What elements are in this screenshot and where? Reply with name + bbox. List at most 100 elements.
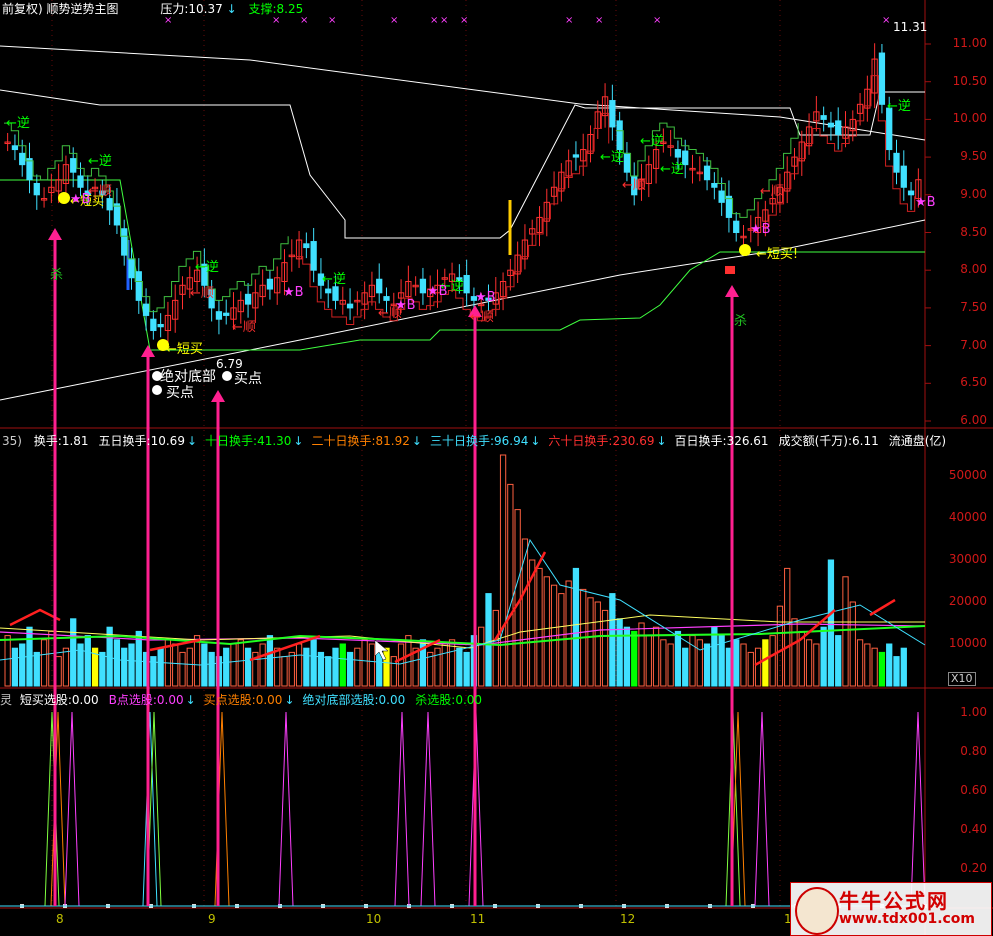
candle-body	[70, 158, 77, 173]
duanmai-label-1: ←短买!	[756, 247, 799, 262]
volume-item-2: 十日换手:41.30 ↓	[205, 434, 303, 448]
signal-value-2: 0.00	[255, 693, 283, 707]
candle-body	[26, 158, 33, 181]
volume-arrow-icon-1: ↓	[186, 434, 198, 448]
signal-arrow-icon-1: ↓	[185, 693, 196, 707]
cow-logo-icon	[795, 887, 839, 935]
price-axis-tick-10: 6.00	[960, 413, 987, 427]
top-x-mark-7: ×	[460, 15, 468, 26]
b-point-star-icon-4: ★B	[475, 290, 496, 305]
signal-label-1: B点选股:	[108, 693, 157, 707]
candle-body	[718, 190, 725, 203]
volume-label-8: 流通盘(亿)	[888, 434, 947, 448]
candle-body	[900, 165, 907, 188]
volume-bar	[113, 639, 121, 687]
candle-body	[419, 278, 427, 294]
volume-value-5: 230.69	[612, 434, 655, 448]
volume-bar	[208, 651, 215, 687]
date-label-1: 9	[208, 912, 216, 926]
volume-value-1: 10.69	[150, 434, 185, 448]
volume-bar	[128, 643, 135, 687]
volume-arrow-icon-4: ↓	[530, 434, 541, 448]
price-axis-tick-4: 9.00	[960, 186, 987, 201]
volume-bar	[383, 647, 390, 687]
signal-label-3: 绝对底部选股:	[302, 693, 379, 707]
signal-header: 灵 短买选股:0.00 B点选股:0.00 ↓ 买点选股:0.00 ↓ 绝对底部选股:0.…	[0, 691, 492, 709]
top-x-mark-4: ×	[390, 15, 398, 26]
volume-bar	[886, 643, 893, 687]
signal-label-4: 杀选股:	[415, 693, 456, 707]
candle-body	[907, 190, 915, 196]
zoom-badge[interactable]: X10	[948, 672, 976, 686]
volume-bar	[456, 647, 463, 687]
volume-bar	[244, 647, 252, 687]
volume-item-0: 换手:1.81	[34, 434, 91, 448]
signal-label-0: 短买选股:	[19, 693, 72, 707]
short-buy-dot-icon-0	[58, 192, 70, 204]
signal-item-0: 短买选股:0.00	[20, 693, 101, 707]
volume-axis-tick-0: 50000	[948, 468, 987, 482]
volume-label-7: 成交额(千万):	[778, 434, 852, 448]
ni-label-5: ←逆	[600, 150, 624, 165]
ni-label-2: ←逆	[195, 260, 219, 275]
date-label-3: 11	[470, 912, 486, 926]
volume-bar	[674, 630, 682, 687]
price-axis-tick-5: 8.50	[960, 224, 987, 239]
volume-bar	[266, 635, 274, 687]
top-x-mark-3: ×	[328, 15, 336, 26]
indicator-title[interactable]: 前复权) 顺势逆势主图	[2, 2, 119, 16]
candle-body	[157, 323, 164, 328]
volume-label-2: 十日换手:	[205, 434, 258, 448]
volume-bar	[223, 647, 230, 687]
signal-axis-tick-4: 0.20	[960, 861, 987, 875]
signal-value-1: 0.00	[156, 693, 184, 707]
price-axis-tick-9: 6.50	[960, 375, 987, 390]
volume-value-6: 326.61	[726, 434, 769, 448]
volume-bar	[325, 656, 332, 687]
volume-bar	[99, 651, 106, 687]
candle-body	[150, 318, 157, 332]
support-label: 支撑:	[248, 2, 277, 16]
top-x-mark-10: ×	[653, 15, 661, 26]
ni-label-0: ←逆	[6, 116, 30, 131]
candle-body	[609, 100, 616, 128]
ni-label-3: ←逆	[322, 272, 346, 287]
volume-header-prefix: 35)	[2, 434, 22, 448]
volume-item-5: 六十日换手:230.69 ↓	[548, 434, 666, 448]
volume-bar	[762, 639, 769, 687]
chart-canvas[interactable]: × × × × × × × × × × × ×	[0, 0, 993, 936]
volume-item-4: 三十日换手:96.94 ↓	[430, 434, 540, 448]
candle-body	[383, 296, 390, 301]
b-point-star-icon-5: ★B	[750, 222, 771, 237]
top-x-mark-9: ×	[595, 15, 603, 26]
price-axis-tick-1: 10.50	[952, 73, 987, 88]
b-point-star-icon-1: ★B	[283, 285, 304, 300]
ni-label-8: ←逆	[887, 99, 911, 114]
volume-bar	[682, 647, 689, 687]
volume-bar	[900, 647, 907, 687]
volume-bar	[376, 651, 383, 687]
high-price-label: 11.31	[893, 20, 928, 34]
candle-body	[11, 145, 19, 151]
volume-value-0: 1.81	[61, 434, 89, 448]
candle-body	[33, 182, 40, 196]
volume-arrow-icon-5: ↓	[656, 434, 667, 448]
shun-label-1: ←顺	[190, 286, 214, 301]
volume-bar	[121, 647, 128, 687]
volume-bar	[609, 593, 616, 687]
date-label-0: 8	[56, 912, 64, 926]
date-label-4: 12	[620, 912, 636, 926]
top-x-mark-5: ×	[430, 15, 438, 26]
ni-label-6: ←逆	[640, 134, 664, 149]
volume-bar	[19, 643, 26, 687]
top-x-mark-6: ×	[440, 15, 448, 26]
signal-value-0: 0.00	[71, 693, 99, 707]
candle-body	[223, 312, 230, 316]
volume-bar	[463, 651, 470, 687]
pressure-arrow-icon: ↓	[226, 2, 237, 16]
volume-value-3: 81.92	[375, 434, 410, 448]
candle-body	[77, 175, 84, 188]
volume-axis-tick-2: 30000	[948, 552, 987, 566]
b-point-star-icon-6: ★B	[915, 195, 936, 210]
signal-item-4: 杀选股:0.00	[415, 693, 484, 707]
